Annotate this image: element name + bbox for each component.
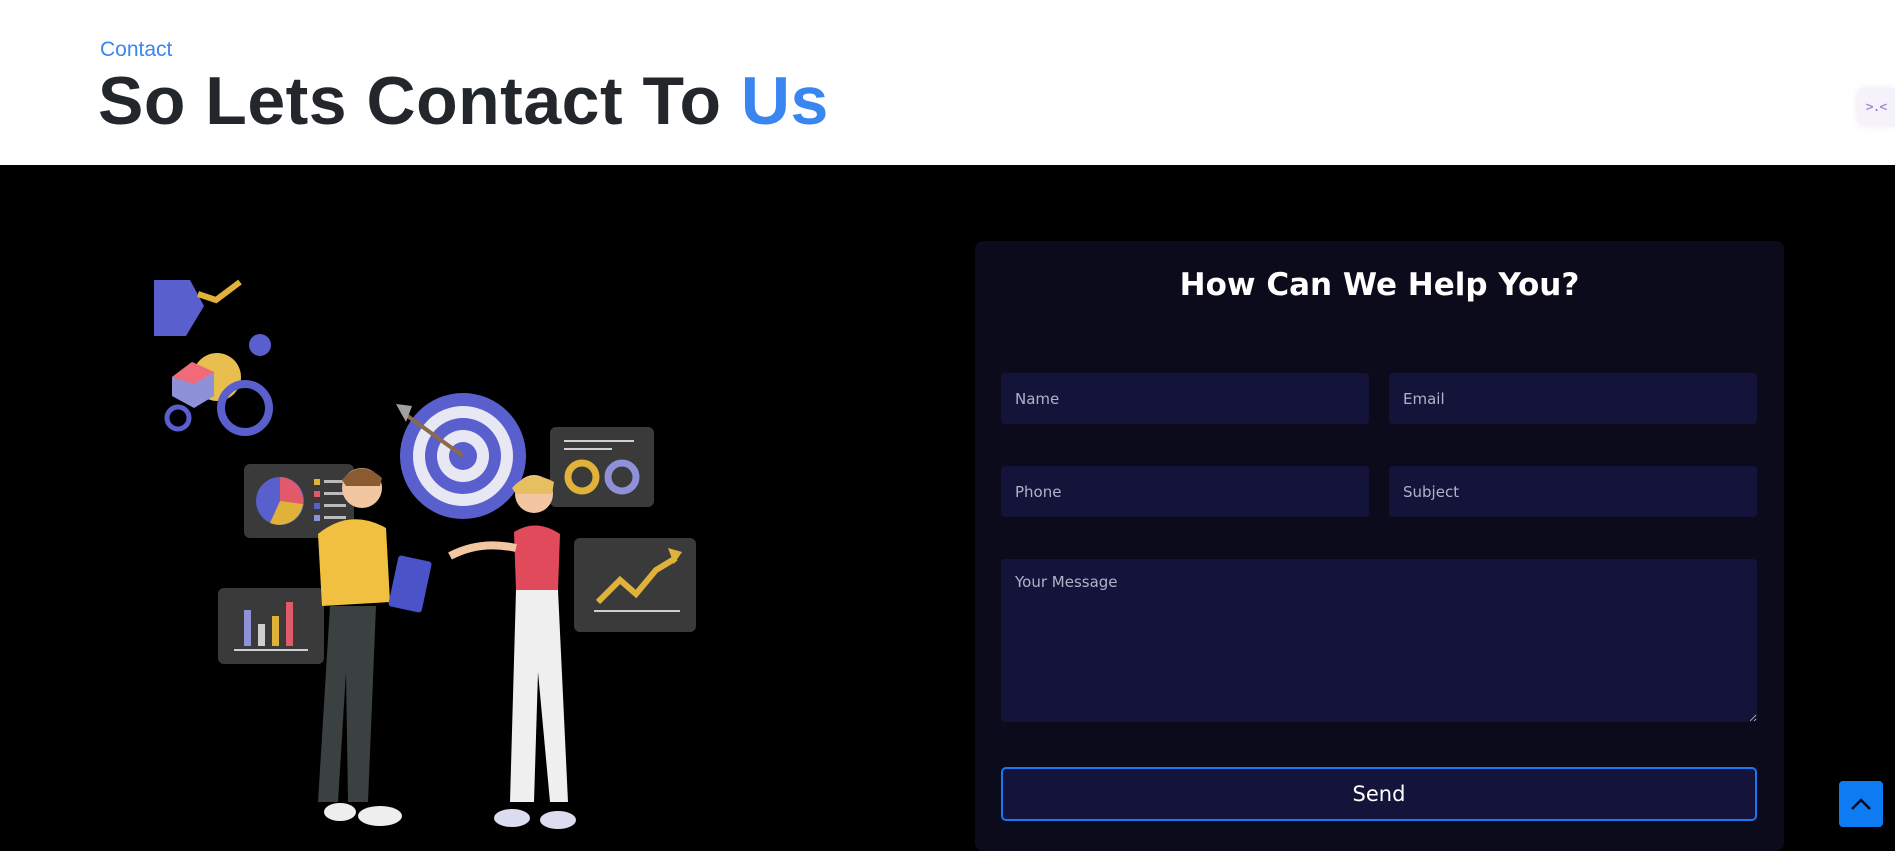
page-title: So Lets Contact To Us xyxy=(98,62,829,140)
page-title-accent: Us xyxy=(740,63,829,139)
name-input[interactable] xyxy=(1001,373,1369,424)
phone-input[interactable] xyxy=(1001,466,1369,517)
business-team-illustration xyxy=(154,279,696,829)
form-title: How Can We Help You? xyxy=(1179,267,1580,303)
email-input[interactable] xyxy=(1389,373,1757,424)
ring-shape xyxy=(217,380,273,436)
donut-chart-card xyxy=(550,427,654,507)
subject-input[interactable] xyxy=(1389,466,1757,517)
hexagon-shape xyxy=(154,280,204,336)
page-header: Contact So Lets Contact To Us xyxy=(0,0,1895,165)
scroll-to-top-button[interactable] xyxy=(1839,781,1883,827)
section-eyebrow: Contact xyxy=(100,38,173,61)
chevron-up-icon xyxy=(1851,798,1871,810)
contact-form-card: How Can We Help You? Send xyxy=(975,241,1784,851)
bar-chart-card xyxy=(218,588,324,664)
send-button[interactable]: Send xyxy=(1001,767,1757,821)
dot-shape xyxy=(249,334,271,356)
page-title-main: So Lets Contact To xyxy=(98,63,741,139)
zigzag-shape xyxy=(197,279,242,304)
side-widget-tab[interactable]: >.< xyxy=(1857,88,1895,126)
side-widget-icon: >.< xyxy=(1865,99,1888,115)
message-textarea[interactable] xyxy=(1001,559,1757,722)
